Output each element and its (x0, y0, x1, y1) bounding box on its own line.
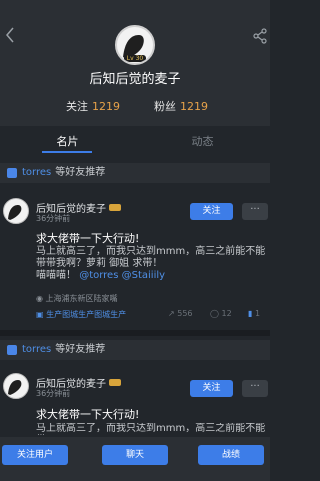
username: 后知后觉的麦子 (89, 72, 181, 87)
group-icon: ▣ (36, 310, 44, 319)
active-tab-indicator (42, 151, 92, 153)
views-icon: ↗ (168, 309, 175, 318)
location-icon: ◉ (36, 294, 43, 303)
following-label: 关注 (66, 100, 88, 113)
more-button[interactable]: ··· (242, 380, 268, 397)
vip-icon (109, 204, 121, 211)
chat-button[interactable]: 聊天 (102, 445, 168, 465)
card-divider (0, 330, 270, 336)
follow-user-button[interactable]: 关注用户 (2, 445, 68, 465)
post-body: 马上就高三了，而我只达到mmm，高三之前能不能带带我啊？萝莉 御姐 求带！ 喵喵… (36, 246, 268, 282)
likes-stat[interactable]: ▮ 1 (248, 309, 260, 318)
following-stat[interactable]: 关注 1219 (66, 98, 120, 114)
followers-count: 1219 (180, 100, 208, 113)
recommender-link[interactable]: torres (22, 167, 51, 178)
comments-stat[interactable]: ◯ 12 (210, 309, 232, 318)
views-stat: ↗ 556 (168, 309, 193, 318)
location-text: 上海浦东新区陆家嘴 (45, 294, 118, 303)
avatar[interactable] (3, 198, 29, 224)
mention-link[interactable]: @Staiiily (122, 270, 165, 281)
followers-label: 粉丝 (154, 100, 176, 113)
comment-icon: ◯ (210, 309, 219, 318)
post-title: 求大佬带一下大行动! (36, 408, 140, 421)
profile-header: Lv 30 后知后觉的麦子 关注 1219 粉丝 1219 (0, 0, 270, 126)
post-card[interactable]: 后知后觉的麦子 36分钟前 关注 ··· 求大佬带一下大行动! 马上就高三了，而… (0, 188, 270, 328)
share-icon[interactable] (252, 28, 268, 44)
likes-count: 1 (254, 309, 261, 318)
post-location: ◉ 上海浦东新区陆家嘴 (36, 293, 118, 304)
post-text-tail: 喵喵喵！ (36, 270, 76, 281)
recommender-link[interactable]: torres (22, 344, 51, 355)
views-count: 556 (177, 309, 193, 318)
level-badge: Lv 30 (124, 55, 146, 62)
recommend-icon (7, 168, 17, 178)
bottom-action-bar: 关注用户 聊天 战绩 (0, 437, 270, 481)
post-text: 马上就高三了，而我只达到mmm，高三之前能不能带带我啊？萝莉 御姐 求带！ (36, 246, 266, 269)
vip-icon (109, 379, 121, 386)
more-button[interactable]: ··· (242, 203, 268, 220)
recommend-text: 等好友推荐 (55, 167, 106, 178)
post-time: 36分钟前 (36, 214, 71, 223)
follow-button[interactable]: 关注 (190, 203, 233, 220)
recommend-bar: torres 等好友推荐 (0, 163, 270, 183)
post-group[interactable]: ▣ 生产图城生产图城生产 (36, 309, 126, 320)
post-card[interactable]: 后知后觉的麦子 36分钟前 关注 ··· 求大佬带一下大行动! 马上就高三了，而… (0, 363, 270, 437)
avatar[interactable] (3, 373, 29, 399)
follow-button[interactable]: 关注 (190, 380, 233, 397)
post-title: 求大佬带一下大行动! (36, 232, 140, 245)
chevron-left-icon[interactable] (4, 26, 20, 46)
followers-stat[interactable]: 粉丝 1219 (154, 98, 208, 114)
recommend-icon (7, 345, 17, 355)
group-text: 生产图城生产图城生产 (46, 310, 127, 319)
post-time: 36分钟前 (36, 389, 71, 398)
mention-link[interactable]: @torres (79, 270, 118, 281)
tab-activity[interactable]: 动态 (135, 132, 270, 154)
avatar[interactable]: Lv 30 (115, 25, 155, 65)
profile-tabs: 名片 动态 (0, 132, 270, 154)
post-body: 马上就高三了，而我只达到mmm，高三之前能不能带 (36, 423, 266, 434)
like-icon: ▮ (248, 309, 253, 318)
recommend-text: 等好友推荐 (55, 344, 106, 355)
recommend-bar: torres 等好友推荐 (0, 340, 270, 360)
battle-record-button[interactable]: 战绩 (198, 445, 264, 465)
comments-count: 12 (221, 309, 232, 318)
following-count: 1219 (92, 100, 120, 113)
